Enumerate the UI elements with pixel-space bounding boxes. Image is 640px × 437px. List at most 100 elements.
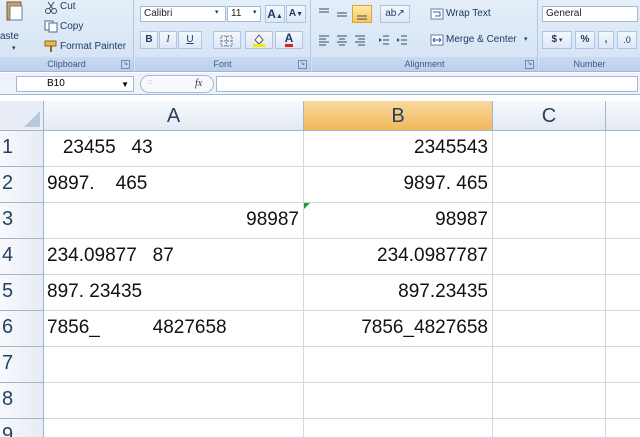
wrap-text-button[interactable]: Wrap Text (446, 8, 491, 19)
decrease-indent-button[interactable] (376, 31, 392, 49)
row-header-7[interactable]: 7 (0, 347, 44, 383)
align-left-icon (319, 35, 329, 46)
cell-b3[interactable]: 98987 (304, 203, 493, 239)
formula-input[interactable] (216, 76, 638, 92)
cell-a9[interactable] (44, 419, 304, 437)
merge-center-dropdown-icon[interactable]: ▾ (524, 35, 528, 43)
underline-button[interactable]: U (178, 31, 202, 49)
number-format-field[interactable]: General (542, 6, 638, 22)
cell-a7[interactable] (44, 347, 304, 383)
copy-icon[interactable] (44, 20, 58, 33)
cell-a4[interactable]: 234.09877 87 (44, 239, 304, 275)
cell-d1[interactable] (606, 131, 640, 167)
row-header-1[interactable]: 1 (0, 131, 44, 167)
align-left-button[interactable] (316, 31, 332, 49)
cell-c4[interactable] (493, 239, 606, 275)
increase-indent-button[interactable] (394, 31, 410, 49)
cell-d2[interactable] (606, 167, 640, 203)
cell-d5[interactable] (606, 275, 640, 311)
cell-b8[interactable] (304, 383, 493, 419)
column-header-b[interactable]: B (304, 101, 493, 131)
cell-d7[interactable] (606, 347, 640, 383)
insert-function-button[interactable]: fx (195, 78, 202, 89)
align-middle-button[interactable] (334, 5, 350, 23)
cell-c6[interactable] (493, 311, 606, 347)
cell-d8[interactable] (606, 383, 640, 419)
italic-button[interactable]: I (159, 31, 177, 49)
cell-b4[interactable]: 234.0987787 (304, 239, 493, 275)
comma-button[interactable]: , (598, 31, 614, 49)
cell-c7[interactable] (493, 347, 606, 383)
increase-decimal-button[interactable]: .0 (617, 31, 637, 49)
cell-a5[interactable]: 897. 23435 (44, 275, 304, 311)
wrap-text-icon[interactable] (430, 7, 444, 20)
cell-b2[interactable]: 9897. 465 (304, 167, 493, 203)
column-header-c[interactable]: C (493, 101, 606, 131)
font-name-field[interactable]: Calibri (140, 6, 226, 22)
cell-d6[interactable] (606, 311, 640, 347)
cell-b9[interactable] (304, 419, 493, 437)
row-header-9[interactable]: 9 (0, 419, 44, 437)
paste-icon[interactable] (4, 0, 26, 22)
fill-color-button[interactable] (245, 31, 273, 49)
paste-dropdown-icon[interactable]: ▾ (12, 44, 16, 52)
row-header-5[interactable]: 5 (0, 275, 44, 311)
align-top-button[interactable] (316, 5, 332, 23)
alignment-dialog-launcher-icon[interactable]: ↘ (525, 60, 534, 69)
borders-button[interactable] (213, 31, 241, 49)
align-bottom-button[interactable] (352, 5, 372, 23)
cell-d3[interactable] (606, 203, 640, 239)
row-header-4[interactable]: 4 (0, 239, 44, 275)
cell-c2[interactable] (493, 167, 606, 203)
clipboard-group-label: Clipboard (0, 57, 133, 71)
cut-icon[interactable] (44, 1, 58, 14)
align-bottom-icon (357, 15, 367, 20)
clipboard-dialog-launcher-icon[interactable]: ↘ (121, 60, 130, 69)
cell-c5[interactable] (493, 275, 606, 311)
column-header-d[interactable] (606, 101, 640, 131)
format-painter-button[interactable]: Format Painter (60, 41, 126, 52)
align-middle-icon (337, 12, 347, 17)
cell-c3[interactable] (493, 203, 606, 239)
cell-a3[interactable]: 98987 (44, 203, 304, 239)
cell-a6[interactable]: 7856_ 4827658 (44, 311, 304, 347)
format-painter-icon[interactable] (44, 40, 58, 53)
cell-b7[interactable] (304, 347, 493, 383)
merge-center-icon[interactable] (430, 33, 444, 46)
currency-button[interactable]: $ ▾ (542, 31, 572, 49)
cut-button[interactable]: Cut (60, 1, 76, 12)
cell-b6[interactable]: 7856_4827658 (304, 311, 493, 347)
row-header-2[interactable]: 2 (0, 167, 44, 203)
column-header-a[interactable]: A (44, 101, 304, 131)
font-name-dropdown-icon[interactable]: ▾ (215, 8, 219, 16)
cell-a1[interactable]: 23455 43 (44, 131, 304, 167)
copy-button[interactable]: Copy (60, 21, 83, 32)
cell-c9[interactable] (493, 419, 606, 437)
row-header-6[interactable]: 6 (0, 311, 44, 347)
align-center-button[interactable] (334, 31, 350, 49)
align-right-button[interactable] (352, 31, 368, 49)
orientation-button[interactable]: ab↗ (380, 5, 410, 23)
cell-a8[interactable] (44, 383, 304, 419)
name-box[interactable]: B10 ▼ (16, 76, 134, 92)
font-size-dropdown-icon[interactable]: ▾ (253, 8, 257, 16)
bold-button[interactable]: B (140, 31, 158, 49)
shrink-font-button[interactable]: A▼ (286, 5, 306, 23)
select-all-button[interactable] (14, 101, 44, 131)
grow-font-button[interactable]: A▲ (265, 5, 285, 23)
name-box-dropdown-icon[interactable]: ▼ (121, 78, 129, 92)
paste-label[interactable]: aste (0, 31, 19, 42)
cell-c1[interactable] (493, 131, 606, 167)
merge-center-button[interactable]: Merge & Center (446, 34, 517, 45)
cell-b5[interactable]: 897.23435 (304, 275, 493, 311)
font-color-button[interactable]: A (275, 31, 303, 49)
font-dialog-launcher-icon[interactable]: ↘ (298, 60, 307, 69)
cell-d4[interactable] (606, 239, 640, 275)
cell-c8[interactable] (493, 383, 606, 419)
cell-a2[interactable]: 9897. 465 (44, 167, 304, 203)
cell-b1[interactable]: 2345543 (304, 131, 493, 167)
cell-d9[interactable] (606, 419, 640, 437)
row-header-3[interactable]: 3 (0, 203, 44, 239)
row-header-8[interactable]: 8 (0, 383, 44, 419)
percent-button[interactable]: % (575, 31, 595, 49)
